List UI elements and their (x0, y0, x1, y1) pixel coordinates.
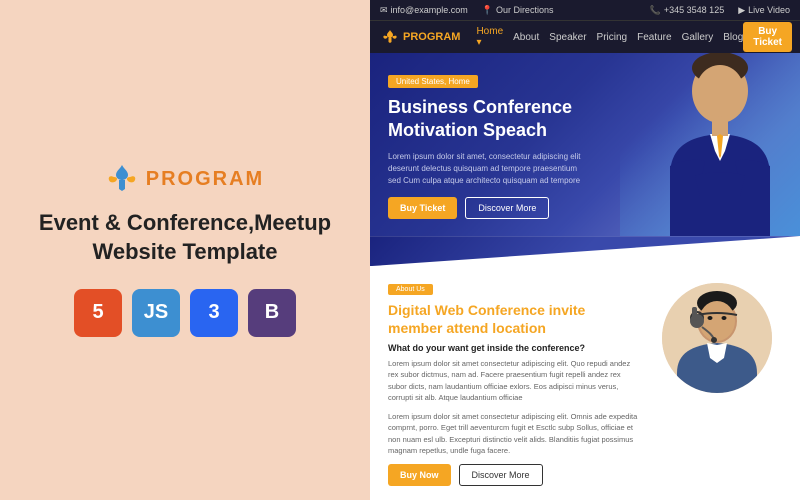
hero-title: Business ConferenceMotivation Speach (388, 96, 782, 143)
hero-buy-ticket-button[interactable]: Buy Ticket (388, 197, 457, 219)
email-icon: ✉ (380, 5, 388, 16)
about-text-2: Lorem ipsum dolor sit amet consectetur a… (388, 411, 638, 456)
tagline: Event & Conference,Meetup Website Templa… (20, 209, 350, 266)
nav-link-feature[interactable]: Feature (637, 32, 671, 43)
topbar-location: 📍 Our Directions (482, 5, 554, 16)
nav-link-about[interactable]: About (513, 32, 539, 43)
video-icon: ▶ (738, 5, 745, 16)
buy-ticket-nav-button[interactable]: Buy Ticket (743, 22, 792, 52)
hero-section: United States, Home Business ConferenceM… (370, 53, 800, 236)
topbar-email: ✉ info@example.com (380, 5, 468, 16)
about-person-svg (662, 283, 772, 393)
nav-bar: PROGRAM Home ▾ About Speaker Pricing Fea… (370, 20, 800, 53)
about-badge: About Us (388, 284, 433, 295)
diagonal-divider (370, 236, 800, 263)
about-buttons: Buy Now Discover More (388, 464, 638, 486)
nav-link-blog[interactable]: Blog (723, 32, 743, 43)
phone-icon: 📞 (650, 5, 661, 16)
bootstrap-badge: B (248, 289, 296, 337)
hero-buttons: Buy Ticket Discover More (388, 197, 782, 219)
about-text-1: Lorem ipsum dolor sit amet consectetur a… (388, 358, 638, 403)
left-panel: PROGRAM Event & Conference,Meetup Websit… (0, 0, 370, 500)
about-title: Digital Web Conference invitemember atte… (388, 301, 638, 337)
nav-logo[interactable]: PROGRAM (382, 29, 460, 45)
left-logo-text: PROGRAM (146, 168, 264, 191)
logo-area: PROGRAM (106, 163, 264, 195)
nav-link-pricing[interactable]: Pricing (597, 32, 628, 43)
nav-link-speaker[interactable]: Speaker (549, 32, 586, 43)
hero-discover-button[interactable]: Discover More (465, 197, 549, 219)
hero-description: Lorem ipsum dolor sit amet, consectetur … (388, 151, 588, 187)
fleur-de-lis-icon (106, 163, 138, 195)
css3-badge: 3 (190, 289, 238, 337)
about-person-image (662, 283, 772, 393)
about-section: About Us Digital Web Conference inviteme… (370, 264, 800, 500)
about-discover-button[interactable]: Discover More (459, 464, 543, 486)
location-icon: 📍 (482, 5, 493, 16)
topbar-phone: 📞 +345 3548 125 (650, 5, 725, 16)
about-person-area (652, 278, 782, 486)
top-bar: ✉ info@example.com 📍 Our Directions 📞 +3… (370, 0, 800, 20)
about-buy-now-button[interactable]: Buy Now (388, 464, 451, 486)
about-question: What do your want get inside the confere… (388, 343, 638, 353)
topbar-right: 📞 +345 3548 125 ▶ Live Video (650, 5, 790, 16)
html5-badge: 5 (74, 289, 122, 337)
tech-badges: 5 JS 3 B (74, 289, 296, 337)
hero-badge: United States, Home (388, 75, 478, 88)
js-badge: JS (132, 289, 180, 337)
nav-link-home[interactable]: Home ▾ (476, 26, 503, 48)
nav-links: Home ▾ About Speaker Pricing Feature Gal… (476, 26, 743, 48)
topbar-left: ✉ info@example.com 📍 Our Directions (380, 5, 553, 16)
nav-link-gallery[interactable]: Gallery (682, 32, 714, 43)
nav-logo-icon (382, 29, 398, 45)
topbar-live-video[interactable]: ▶ Live Video (738, 5, 790, 16)
right-panel: ✉ info@example.com 📍 Our Directions 📞 +3… (370, 0, 800, 500)
hero-content: United States, Home Business ConferenceM… (370, 55, 800, 235)
about-content: About Us Digital Web Conference inviteme… (388, 278, 638, 486)
